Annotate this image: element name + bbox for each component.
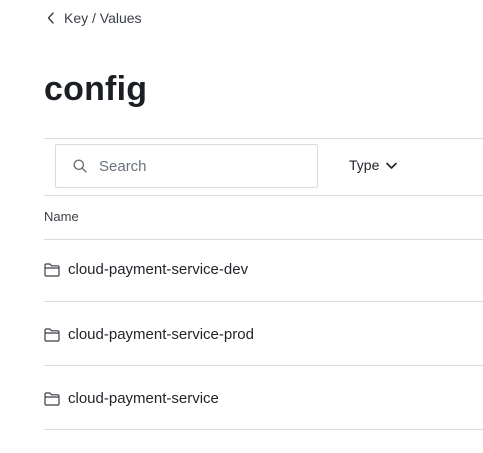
list-item[interactable]: cloud-payment-service — [44, 390, 483, 407]
search-input[interactable] — [97, 156, 301, 176]
divider — [44, 239, 483, 240]
list-item[interactable]: cloud-payment-service-prod — [44, 326, 483, 343]
list-item[interactable]: cloud-payment-service-dev — [44, 261, 483, 278]
breadcrumb[interactable]: Key / Values — [46, 10, 142, 26]
folder-icon — [44, 327, 60, 342]
list-item-label[interactable]: cloud-payment-service-dev — [68, 261, 248, 278]
divider — [44, 365, 483, 366]
column-header-name[interactable]: Name — [44, 209, 79, 224]
folder-icon — [44, 391, 60, 406]
divider — [44, 429, 483, 430]
page-title: config — [44, 70, 148, 108]
chevron-left-icon — [46, 11, 56, 25]
list-item-label[interactable]: cloud-payment-service-prod — [68, 326, 254, 343]
divider — [44, 301, 483, 302]
folder-icon — [44, 262, 60, 277]
type-filter-dropdown[interactable]: Type — [349, 157, 398, 173]
divider — [44, 195, 483, 196]
search-field[interactable] — [55, 144, 318, 188]
list-item-label[interactable]: cloud-payment-service — [68, 390, 219, 407]
chevron-down-icon — [386, 157, 398, 173]
breadcrumb-label[interactable]: Key / Values — [64, 10, 142, 26]
search-icon — [73, 159, 87, 173]
type-filter-label[interactable]: Type — [349, 157, 379, 173]
divider — [44, 138, 483, 139]
page: Key / Values config Type Name cloud-paym — [0, 0, 483, 453]
